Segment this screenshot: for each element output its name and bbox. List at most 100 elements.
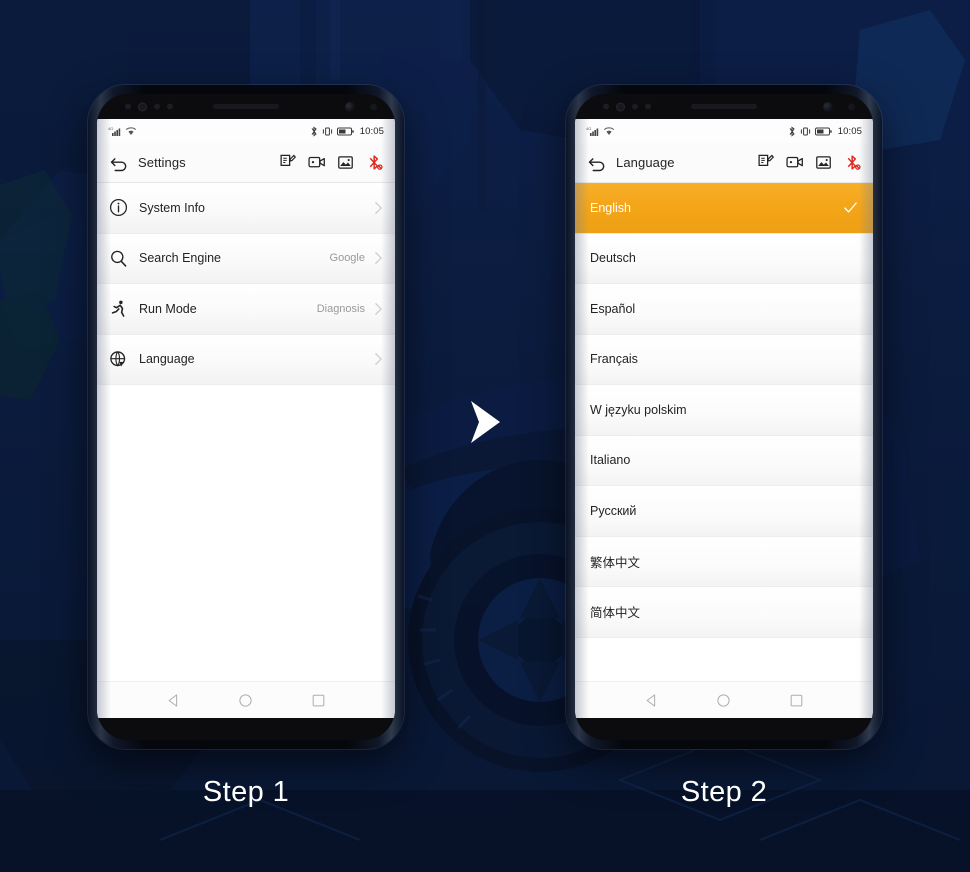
step-2-caption: Step 2: [680, 776, 768, 808]
chevron-right-icon: [375, 201, 383, 214]
note-icon[interactable]: [279, 154, 296, 171]
settings-row-language[interactable]: Language: [97, 334, 395, 385]
video-camera-icon[interactable]: [786, 154, 803, 171]
battery-icon: [814, 127, 832, 135]
language-label: English: [590, 200, 631, 215]
settings-row-label: Search Engine: [139, 251, 222, 266]
bluetooth-off-icon[interactable]: [844, 154, 861, 171]
language-label: W języku polskim: [590, 402, 687, 417]
android-nav-bar: [97, 681, 395, 718]
language-row-traditional-chinese[interactable]: 繁体中文: [575, 536, 873, 587]
language-label: 简体中文: [590, 606, 641, 621]
language-label: Español: [590, 301, 636, 316]
status-bar: 4G 10:05: [97, 119, 395, 143]
globe-icon: [110, 350, 126, 367]
language-label: Русский: [590, 503, 637, 518]
screenshot-stage: 4G 10:05 Settings System Info Search Eng…: [0, 0, 970, 872]
sensor-dot-icon: [848, 103, 855, 110]
settings-row-search-engine[interactable]: Search Engine Google: [97, 233, 395, 284]
screen-content: 4G: [575, 119, 873, 718]
status-bar-time: 10:05: [837, 125, 862, 137]
chevron-right-icon: [375, 302, 383, 315]
back-arrow-icon[interactable]: [587, 153, 607, 173]
language-row-italiano[interactable]: Italiano: [575, 435, 873, 486]
app-bar-title: Settings: [138, 155, 186, 170]
svg-text:4G: 4G: [108, 126, 113, 131]
nav-back-triangle-icon[interactable]: [166, 693, 181, 708]
sensor-dot-icon: [632, 103, 638, 110]
screenshot-icon[interactable]: [815, 154, 832, 171]
front-camera-icon: [345, 101, 355, 112]
status-bar-time: 10:05: [359, 125, 384, 137]
sensor-dot-icon: [370, 103, 377, 110]
settings-list: System Info Search Engine Google Run Mod…: [97, 183, 395, 681]
chevron-right-icon: [375, 353, 383, 366]
front-camera-icon: [823, 101, 833, 112]
settings-row-value: Google: [329, 252, 365, 265]
nav-home-circle-icon[interactable]: [716, 693, 731, 708]
language-row-simplified-chinese[interactable]: 简体中文: [575, 587, 873, 638]
settings-row-label: Language: [139, 352, 195, 367]
sensor-cluster: [125, 102, 173, 111]
svg-text:4G: 4G: [586, 126, 591, 131]
earpiece-speaker: [691, 104, 757, 109]
run-mode-icon: [111, 300, 125, 318]
proximity-sensor-icon: [616, 102, 625, 111]
settings-row-label: Run Mode: [139, 301, 197, 316]
step-1-caption: Step 1: [202, 776, 290, 808]
video-camera-icon[interactable]: [308, 154, 325, 171]
phone-top-bezel: [97, 94, 395, 119]
language-row-polski[interactable]: W języku polskim: [575, 385, 873, 436]
phone-step-2: 4G 10:05 Language English Deutsch Españo…: [566, 85, 882, 749]
chevron-right-icon: [471, 401, 500, 443]
app-bar-actions: [279, 154, 383, 171]
app-bar-title: Language: [616, 155, 675, 170]
language-row-russian[interactable]: Русский: [575, 486, 873, 537]
app-bar: Language: [575, 143, 873, 183]
battery-icon: [336, 127, 354, 135]
phone-bottom-bezel: [575, 718, 873, 740]
settings-row-system-info[interactable]: System Info: [97, 183, 395, 234]
sensor-dot-icon: [125, 103, 131, 110]
language-row-francais[interactable]: Français: [575, 334, 873, 385]
language-row-deutsch[interactable]: Deutsch: [575, 233, 873, 284]
sensor-dot-icon: [645, 103, 651, 110]
bluetooth-off-icon[interactable]: [366, 154, 383, 171]
wifi-icon: [125, 127, 137, 135]
screen-content: 4G: [97, 119, 395, 718]
signal-bars-icon: 4G: [108, 126, 121, 136]
search-icon: [111, 250, 127, 267]
app-bar: Settings: [97, 143, 395, 183]
app-bar-actions: [757, 154, 861, 171]
language-row-english[interactable]: English: [575, 183, 873, 234]
language-row-espanol[interactable]: Español: [575, 284, 873, 335]
sensor-dot-icon: [154, 103, 160, 110]
sensor-dot-icon: [603, 103, 609, 110]
language-label: Italiano: [590, 453, 631, 468]
screenshot-icon[interactable]: [337, 154, 354, 171]
settings-row-run-mode[interactable]: Run Mode Diagnosis: [97, 284, 395, 335]
status-bar: 4G 10:05: [575, 119, 873, 143]
wifi-icon: [603, 127, 615, 135]
language-label: 繁体中文: [590, 555, 641, 570]
info-circle-icon: [109, 199, 128, 217]
android-nav-bar: [575, 681, 873, 718]
vibrate-icon: [322, 127, 332, 135]
language-list: English Deutsch Español Français W język…: [575, 183, 873, 681]
bluetooth-icon: [311, 125, 317, 137]
note-icon[interactable]: [757, 154, 774, 171]
phone-screen: 4G: [97, 94, 395, 740]
sensor-cluster: [603, 102, 651, 111]
nav-recents-square-icon[interactable]: [789, 693, 804, 708]
vibrate-icon: [800, 127, 810, 135]
phone-step-1: 4G 10:05 Settings System Info Search Eng…: [88, 85, 404, 749]
check-icon: [844, 202, 857, 213]
phone-top-bezel: [575, 94, 873, 119]
back-arrow-icon[interactable]: [109, 153, 129, 173]
chevron-right-icon: [375, 252, 383, 265]
nav-back-triangle-icon[interactable]: [644, 693, 659, 708]
nav-home-circle-icon[interactable]: [238, 693, 253, 708]
nav-recents-square-icon[interactable]: [311, 693, 326, 708]
earpiece-speaker: [213, 104, 279, 109]
bluetooth-icon: [789, 125, 795, 137]
